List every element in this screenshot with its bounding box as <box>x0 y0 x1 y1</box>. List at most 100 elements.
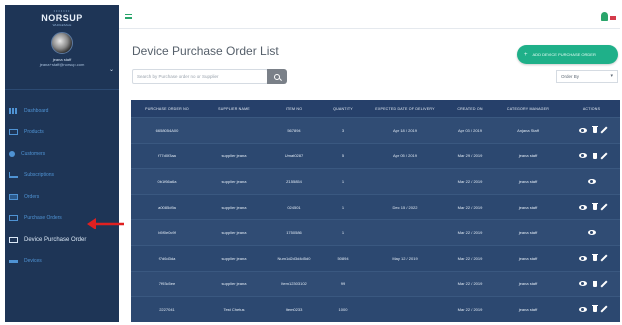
table-cell-supplier: Test Chetus <box>223 306 245 312</box>
flag-icon[interactable] <box>610 16 616 20</box>
edit-icon[interactable] <box>599 152 608 160</box>
table-row: 7f93c5ee supplier jeana Item12303102 99 Mar … <box>131 270 620 297</box>
search-button[interactable] <box>267 69 287 84</box>
column-header[interactable]: EXPECTED DATE OF DELIVERY <box>363 107 447 111</box>
chevron-down-icon[interactable]: ⌄ <box>109 66 114 73</box>
view-icon[interactable] <box>578 127 587 133</box>
table-cell-created: Apr 03 / 2019 <box>457 127 483 133</box>
table-cell-manager: Anjana Staff <box>517 127 539 133</box>
table-cell-qty: 99 <box>340 281 346 287</box>
column-header[interactable]: CREATED ON <box>447 107 493 111</box>
table-cell-qty: 1 <box>341 178 345 184</box>
sidebar-item-customers[interactable]: Customers <box>5 143 119 165</box>
table-cell-created: Mar 22 / 2019 <box>457 178 483 184</box>
table-row: b5f0e0c9f supplier jeana 1750586 1 Mar 22 / … <box>131 219 620 245</box>
delete-icon[interactable] <box>591 151 598 159</box>
sidebar-item-label: Devices <box>24 258 42 265</box>
table-cell-manager: jeana staff <box>518 153 538 159</box>
avatar[interactable] <box>51 32 73 54</box>
table-cell-item: 1750586 <box>286 230 302 236</box>
sidebar-item-device-purchase-order[interactable]: Device Purchase Order <box>5 229 119 251</box>
view-icon[interactable] <box>587 230 596 236</box>
edit-icon[interactable] <box>599 254 608 262</box>
table-cell-qty: 5 <box>341 153 345 159</box>
edit-icon[interactable] <box>599 126 608 134</box>
search-input[interactable]: Search by Purchase order no or Supplier <box>132 69 268 84</box>
column-header[interactable]: CATEGORY MANAGER <box>493 107 563 111</box>
box-icon <box>9 129 18 136</box>
table-cell-supplier: supplier jeana <box>221 230 247 236</box>
table-row: f77d0f3aa supplier jeana Umat0287 5 Apr 05 /… <box>131 142 620 169</box>
table-cell-manager: jeana staff <box>518 255 538 261</box>
column-header[interactable]: QUANTITY <box>323 107 363 111</box>
table-row: f7d6d3da supplier jeana Num1d2d3d4d5d0 5089… <box>131 244 620 271</box>
view-icon[interactable] <box>587 178 596 184</box>
add-device-purchase-order-button[interactable]: + ADD DEVICE PURCHASE ORDER <box>517 45 618 64</box>
sidebar-item-label: Subscriptions <box>24 172 55 179</box>
user-profile: jeana staff jeana+staff@norsup.com ⌄ <box>5 32 119 90</box>
delete-icon[interactable] <box>591 279 598 287</box>
sidebar-item-dashboard[interactable]: Dashboard <box>5 100 119 122</box>
sidebar-item-label: Purchase Orders <box>24 215 62 222</box>
purchase-order-table: PURCHASE ORDER NO SUPPLIER NAME ITEM NO … <box>131 100 620 322</box>
table-cell-po: 0b1f66a6a <box>157 178 177 184</box>
sidebar-item-label: Customers <box>21 150 46 157</box>
table-cell-expected: Apr 05 / 2019 <box>392 153 418 159</box>
table-cell-supplier: supplier jeana <box>221 204 247 210</box>
sidebar-item-label: Device Purchase Order <box>24 236 87 243</box>
row-actions <box>563 178 620 184</box>
sidebar-item-products[interactable]: Products <box>5 122 119 144</box>
column-header: ACTIONS <box>582 106 601 111</box>
grid-icon <box>9 107 18 114</box>
list-icon <box>9 259 18 263</box>
sidebar-item-subscriptions[interactable]: Subscriptions <box>5 165 119 187</box>
view-icon[interactable] <box>578 255 587 261</box>
table-cell-supplier: supplier jeana <box>221 178 247 184</box>
delete-icon[interactable] <box>591 305 598 313</box>
sidebar-item-devices[interactable]: Devices <box>5 251 119 273</box>
table-cell-po: f77d0f3aa <box>158 153 176 159</box>
page-title: Device Purchase Order List <box>132 44 279 58</box>
annotation-arrow <box>87 218 124 229</box>
brand-logo[interactable]: ••••••• NORSUP WHOLESALE <box>5 5 119 27</box>
table-cell-qty: 50894 <box>337 255 349 261</box>
table-cell-created: Mar 29 / 2019 <box>457 153 483 159</box>
edit-icon[interactable] <box>599 305 608 313</box>
delete-icon[interactable] <box>591 203 598 211</box>
view-icon[interactable] <box>578 281 587 287</box>
view-icon[interactable] <box>578 204 587 210</box>
table-cell-item: 567894 <box>287 127 301 133</box>
menu-icon[interactable] <box>125 14 132 19</box>
row-actions <box>563 279 620 288</box>
column-header[interactable]: ITEM NO <box>265 107 323 111</box>
view-icon[interactable] <box>578 306 587 312</box>
notification-icon[interactable] <box>601 12 608 21</box>
column-header[interactable]: SUPPLIER NAME <box>203 107 265 111</box>
delete-icon[interactable] <box>591 254 598 262</box>
table-cell-expected: Apr 18 / 2019 <box>392 127 418 133</box>
table-cell-manager: jeana staff <box>518 178 538 184</box>
edit-icon[interactable] <box>599 203 608 211</box>
table-header: PURCHASE ORDER NO SUPPLIER NAME ITEM NO … <box>131 100 620 117</box>
table-cell-item: Item0233 <box>285 306 303 312</box>
view-icon[interactable] <box>578 153 587 159</box>
sidebar-item-orders[interactable]: Orders <box>5 186 119 208</box>
sidebar-item-label: Products <box>24 129 44 136</box>
column-header[interactable]: PURCHASE ORDER NO <box>131 107 203 111</box>
table-cell-item: Z155854 <box>286 178 302 184</box>
table-cell-po: 6658054A00 <box>155 127 179 133</box>
delete-icon[interactable] <box>591 126 598 134</box>
cart-icon <box>9 172 18 179</box>
order-by-select[interactable]: Order By ▾ <box>556 70 618 83</box>
row-actions <box>563 151 620 160</box>
row-actions <box>563 230 620 236</box>
edit-icon[interactable] <box>599 280 608 288</box>
table-cell-qty: 1 <box>341 230 345 236</box>
table-cell-item: 024501 <box>287 204 301 210</box>
add-button-label: ADD DEVICE PURCHASE ORDER <box>532 52 596 57</box>
brand-name: NORSUP <box>41 13 83 23</box>
table-cell-created: Mar 22 / 2019 <box>457 255 483 261</box>
table-cell-created: Mar 22 / 2019 <box>457 204 483 210</box>
search-icon <box>274 73 280 80</box>
table-cell-manager: jeana staff <box>518 306 538 312</box>
